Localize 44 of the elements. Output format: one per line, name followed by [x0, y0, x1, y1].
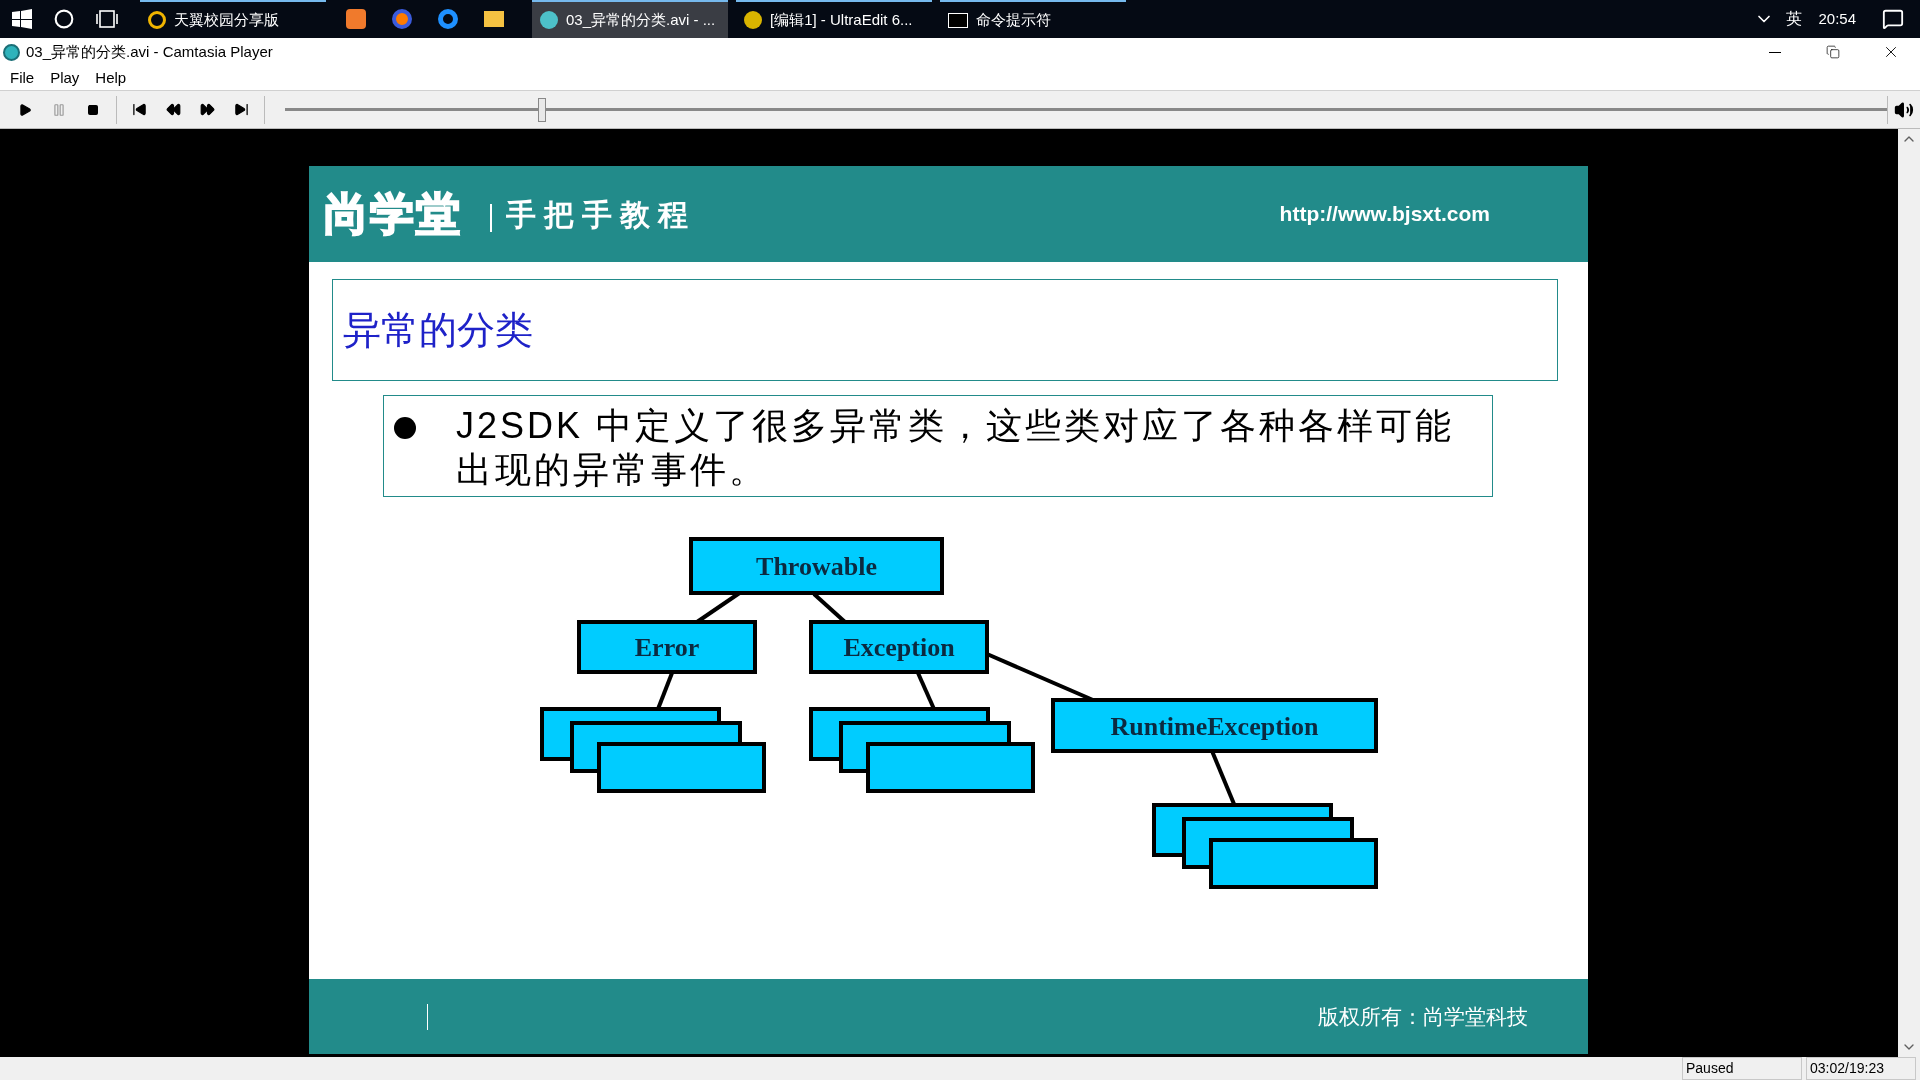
copyright-text: 版权所有：尚学堂科技 [1318, 1003, 1528, 1030]
notification-icon[interactable] [1882, 8, 1904, 30]
bullet-icon [394, 417, 416, 439]
website-url: http://www.bjsxt.com [1279, 201, 1490, 228]
player-app-icon [540, 11, 558, 29]
connector-line [656, 672, 674, 710]
volume-icon[interactable] [1894, 99, 1914, 120]
class-node: Error [577, 620, 757, 674]
playback-status: Paused [1682, 1057, 1802, 1080]
seek-slider[interactable] [285, 97, 1888, 122]
clock[interactable]: 20:54 [1818, 7, 1856, 31]
window-title: 03_异常的分类.avi - Camtasia Player [26, 41, 273, 62]
rewind-icon [166, 102, 182, 117]
fast-forward-icon [200, 102, 215, 117]
skip-back-icon [132, 102, 148, 117]
windows-logo-icon[interactable] [12, 9, 32, 29]
connector-line [1210, 750, 1236, 805]
vertical-scrollbar[interactable] [1898, 129, 1920, 1057]
playback-time: 03:02/19:23 [1806, 1057, 1916, 1080]
class-node: Throwable [689, 537, 944, 595]
terminal-icon [948, 12, 968, 28]
slide-heading: 异常的分类 [343, 306, 533, 354]
logo: 尚学堂 [324, 188, 462, 240]
task-view-icon[interactable] [96, 9, 118, 29]
menu-item[interactable]: File [2, 66, 43, 90]
pause-icon [51, 102, 66, 117]
editor-app-icon [744, 11, 762, 29]
menu-item[interactable]: Help [87, 66, 135, 90]
connector-line [916, 672, 936, 710]
bullet-text: J2SDK 中定义了很多异常类，这些类对应了各种各样可能出现的异常事件。 [456, 404, 1456, 492]
search-icon[interactable] [54, 9, 74, 29]
seek-thumb[interactable] [537, 97, 546, 122]
minimize-icon [1769, 51, 1781, 53]
class-node: Exception [809, 620, 989, 674]
skip-forward-icon [233, 102, 249, 117]
player-app-icon [3, 43, 20, 61]
restore-icon [1826, 45, 1840, 59]
stop-icon [86, 103, 99, 116]
class-node: RuntimeException [1051, 698, 1378, 753]
taskbar-app[interactable]: 03_异常的分类.avi - ... [532, 0, 728, 38]
input-method-indicator[interactable]: 英 [1786, 7, 1803, 31]
play-icon [17, 102, 32, 117]
menu-item[interactable]: Play [42, 66, 88, 90]
slide-subtitle: 手把手教程 [506, 196, 696, 233]
